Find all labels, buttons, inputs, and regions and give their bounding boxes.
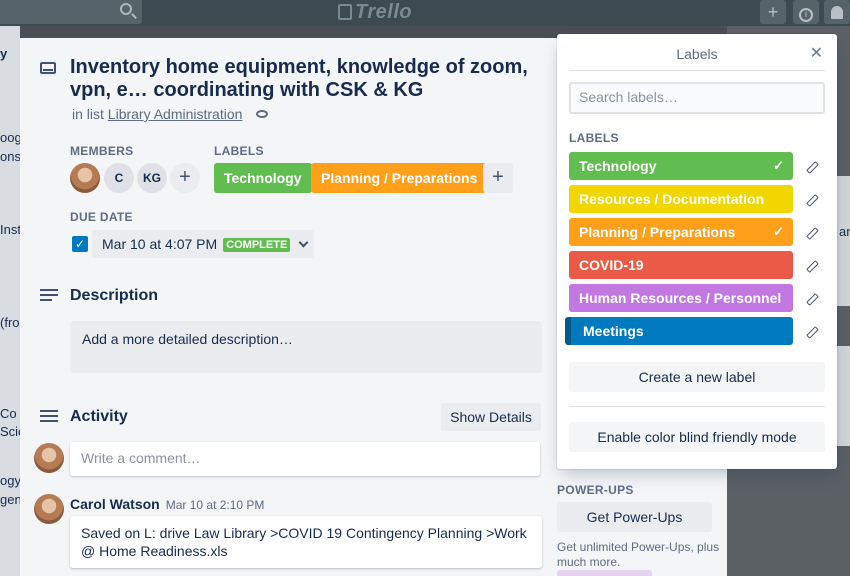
plus-icon: + [492, 166, 504, 188]
pencil-icon[interactable] [807, 261, 817, 271]
checkmark-icon: ✓ [74, 237, 86, 251]
complete-badge: COMPLETE [223, 238, 291, 252]
color-blind-mode-button[interactable]: Enable color blind friendly mode [569, 422, 825, 452]
label-option-covid[interactable]: COVID-19 [569, 251, 793, 279]
members-heading: MEMBERS [70, 144, 134, 158]
plus-icon: + [767, 2, 779, 22]
label-chip-technology[interactable]: Technology [214, 163, 312, 193]
popover-divider [569, 406, 825, 407]
plus-icon: + [179, 166, 191, 188]
add-label-button[interactable]: + [483, 163, 513, 193]
board-list-left-edge: y oogl onse Inst (fro Co Scie ogy gen [0, 26, 20, 576]
due-date-value: Mar 10 at 4:07 PM [102, 236, 218, 252]
member-avatar-photo[interactable] [70, 163, 100, 193]
background-text: onse [0, 149, 20, 164]
comment-timestamp[interactable]: Mar 10 at 2:10 PM [166, 498, 265, 512]
background-text: Scie [0, 424, 20, 439]
label-chip-planning[interactable]: Planning / Preparations [311, 163, 488, 193]
create-label-button[interactable]: Create a new label [569, 362, 825, 392]
comment-header: Carol Watson Mar 10 at 2:10 PM [70, 496, 264, 512]
info-icon: i [799, 8, 813, 22]
pencil-icon[interactable] [807, 195, 817, 205]
close-icon[interactable]: ✕ [810, 43, 823, 63]
description-input[interactable]: Add a more detailed description… [70, 321, 542, 373]
activity-icon [40, 410, 58, 424]
due-complete-checkbox[interactable]: ✓ [72, 236, 88, 252]
label-option-resources[interactable]: Resources / Documentation [569, 185, 793, 213]
background-text: an [839, 224, 850, 239]
check-icon: ✓ [773, 224, 784, 239]
search-labels-input[interactable]: Search labels… [569, 82, 825, 114]
label-option-human-resources[interactable]: Human Resources / Personnel [569, 284, 793, 312]
card-list-info: in list Library Administration [72, 106, 269, 122]
upgrade-button[interactable] [557, 570, 652, 576]
description-icon [40, 289, 58, 303]
labels-popover: Labels ✕ Search labels… LABELS Technolog… [557, 34, 837, 469]
comment-text: Saved on L: drive Law Library >COVID 19 … [70, 516, 542, 568]
check-icon: ✓ [773, 158, 784, 173]
add-member-button[interactable]: + [170, 163, 200, 193]
pencil-icon[interactable] [807, 294, 817, 304]
card-title[interactable]: Inventory home equipment, knowledge of z… [70, 56, 570, 102]
background-text: y [0, 46, 8, 61]
current-user-avatar[interactable] [34, 443, 64, 473]
activity-heading: Activity [70, 408, 128, 425]
background-text: oogl [0, 130, 20, 145]
search-icon [120, 3, 132, 15]
trello-logo[interactable]: Trello [338, 1, 412, 24]
trello-board-icon [338, 4, 352, 20]
bell-icon [831, 6, 843, 19]
powerups-note: Get unlimited Power-Ups, plus much more. [557, 540, 720, 569]
labels-heading: LABELS [214, 144, 264, 158]
pencil-icon[interactable] [807, 162, 817, 172]
comment-author-name[interactable]: Carol Watson [70, 496, 160, 512]
info-button[interactable]: i [793, 0, 819, 24]
label-option-planning[interactable]: Planning / Preparations ✓ [569, 218, 793, 246]
due-date-heading: DUE DATE [70, 210, 133, 224]
pencil-icon[interactable] [807, 327, 817, 337]
background-text: (fro [0, 315, 20, 330]
chevron-down-icon [298, 237, 309, 248]
member-avatar[interactable]: C [104, 163, 134, 193]
notifications-button[interactable] [824, 0, 850, 24]
label-option-technology[interactable]: Technology ✓ [569, 152, 793, 180]
description-heading: Description [70, 287, 159, 304]
background-text: Co [0, 406, 17, 421]
comment-author-avatar[interactable] [34, 494, 64, 524]
get-powerups-button[interactable]: Get Power-Ups [557, 502, 712, 532]
card-icon [40, 62, 56, 74]
powerups-heading: POWER-UPS [557, 483, 634, 497]
member-avatar[interactable]: KG [137, 163, 167, 193]
board-search-box[interactable] [0, 0, 142, 24]
top-header-bar: Trello + i [0, 0, 850, 26]
labels-section-heading: LABELS [569, 131, 619, 145]
label-option-meetings[interactable]: Meetings [565, 317, 793, 345]
comment-input[interactable]: Write a comment… [70, 442, 540, 476]
background-text: ogy [0, 473, 20, 488]
add-button[interactable]: + [760, 0, 786, 24]
list-link[interactable]: Library Administration [108, 106, 243, 122]
popover-title: Labels [676, 46, 718, 62]
show-details-button[interactable]: Show Details [441, 403, 541, 431]
background-text: gen [0, 492, 20, 507]
popover-divider [569, 70, 825, 71]
background-text: Inst [0, 222, 20, 237]
due-date-button[interactable]: Mar 10 at 4:07 PM COMPLETE [92, 230, 314, 258]
eye-icon[interactable] [256, 110, 269, 118]
pencil-icon[interactable] [807, 228, 817, 238]
